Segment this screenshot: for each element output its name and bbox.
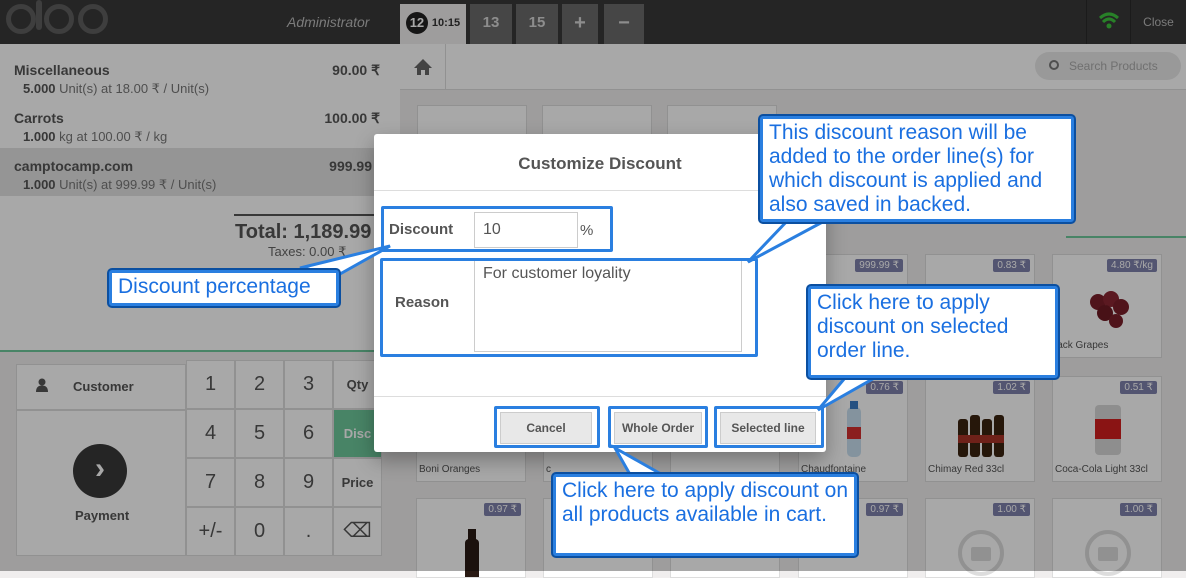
whole-order-highlight [608, 406, 708, 448]
cancel-highlight [494, 406, 600, 448]
discount-highlight [381, 206, 613, 252]
whole-order-callout: Click here to apply discount on all prod… [553, 474, 857, 556]
selected-line-highlight [714, 406, 824, 448]
selected-line-callout: Click here to apply discount on selected… [808, 286, 1058, 378]
reason-highlight [380, 258, 758, 357]
reason-callout: This discount reason will be added to th… [760, 116, 1074, 222]
discount-callout: Discount percentage [109, 270, 339, 306]
